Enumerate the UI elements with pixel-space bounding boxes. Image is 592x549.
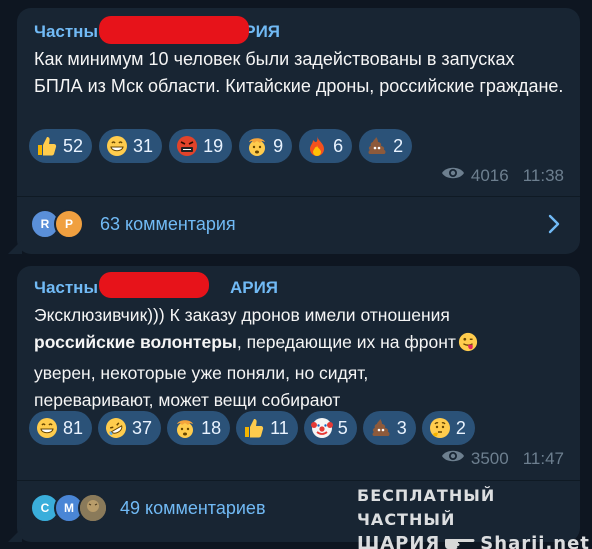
- text-span: , передающие их на фронт: [236, 332, 456, 352]
- grin-icon: [105, 134, 129, 158]
- commenter-avatars: C M: [30, 493, 108, 523]
- reaction-poop[interactable]: 3: [362, 411, 416, 445]
- eye-icon: [441, 448, 465, 469]
- channel-post: Частны АРИЯ Как минимум 10 человек были з…: [8, 8, 580, 254]
- reaction-exploding-head[interactable]: 9: [239, 129, 293, 163]
- thumbs-up-icon: [242, 416, 266, 440]
- reaction-grin[interactable]: 81: [29, 411, 93, 445]
- reaction-count: 37: [132, 417, 153, 438]
- reaction-grin[interactable]: 31: [99, 129, 163, 163]
- thinking-icon: [428, 416, 452, 440]
- message-text: Как минимум 10 человек были задействован…: [34, 49, 564, 96]
- message-text-line: переваривают, может вещи собирают: [34, 390, 341, 410]
- watermark-text: Sharij.net: [480, 533, 590, 549]
- watermark-text: ШАРИЯ: [357, 533, 441, 549]
- fire-icon: [305, 134, 329, 158]
- reaction-count: 6: [333, 135, 344, 156]
- reaction-poop[interactable]: 2: [359, 129, 413, 163]
- reaction-thinking[interactable]: 2: [421, 411, 475, 445]
- comments-label: 63 комментария: [100, 213, 236, 234]
- watermark: БЕСПЛАТНЫЙ ЧАСТНЫЙ ШАРИЯ Sharij.net: [357, 484, 592, 549]
- divider: [17, 196, 580, 197]
- commenter-avatars: R P: [30, 209, 84, 239]
- poop-icon: [369, 416, 393, 440]
- poop-icon: [365, 134, 389, 158]
- reactions-bar: 81 37 18 11 5 3 2: [29, 411, 570, 445]
- reaction-count: 19: [203, 135, 224, 156]
- sender-name-prefix: Частны: [34, 22, 98, 41]
- reaction-thumbs-up[interactable]: 11: [236, 411, 298, 445]
- reaction-count: 2: [393, 135, 404, 156]
- exploding-head-icon: [245, 134, 269, 158]
- message-text-line: российские волонтеры, передающие их на ф…: [34, 329, 566, 360]
- reaction-rofl[interactable]: 37: [98, 411, 162, 445]
- exploding-head-icon: [173, 416, 197, 440]
- reaction-exploding-head[interactable]: 18: [167, 411, 231, 445]
- reaction-thumbs-up[interactable]: 52: [29, 129, 93, 163]
- eye-icon: [441, 165, 465, 186]
- message-time: 11:38: [522, 165, 564, 185]
- cursing-face-icon: [175, 134, 199, 158]
- reaction-fire[interactable]: 6: [299, 129, 353, 163]
- bold-text: российские волонтеры: [34, 332, 237, 352]
- reaction-count: 5: [337, 417, 348, 438]
- redaction-mark: [99, 16, 249, 44]
- message-text-line: Эксклюзивчик))) К заказу дронов имели от…: [34, 305, 450, 325]
- clown-icon: [310, 416, 334, 440]
- avatar: P: [54, 209, 84, 239]
- reaction-count: 3: [396, 417, 407, 438]
- rofl-icon: [104, 416, 128, 440]
- sender-name-suffix: АРИЯ: [229, 278, 279, 297]
- reaction-count: 18: [201, 417, 222, 438]
- reaction-cursing-face[interactable]: 19: [169, 129, 233, 163]
- watermark-line: ШАРИЯ Sharij.net: [357, 532, 592, 549]
- reaction-count: 52: [63, 135, 84, 156]
- view-count: 4016: [470, 165, 509, 185]
- message-meta: 4016 11:38: [441, 165, 564, 186]
- divider: [17, 480, 580, 481]
- comments-label: 49 комментариев: [120, 497, 266, 518]
- reaction-count: 11: [270, 417, 289, 438]
- reactions-bar: 52 31 19 9 6 2: [29, 129, 570, 163]
- message-text: Эксклюзивчик))) К заказу дронов имели от…: [34, 302, 566, 414]
- reaction-count: 31: [133, 135, 154, 156]
- grin-icon: [35, 416, 59, 440]
- pointing-hand-icon: [444, 532, 476, 549]
- avatar-photo: [78, 493, 108, 523]
- message-time: 11:47: [522, 448, 564, 468]
- message-text-line: уверен, некоторые уже поняли, но сидят,: [34, 363, 369, 383]
- view-count: 3500: [470, 448, 509, 468]
- message-meta: 3500 11:47: [441, 448, 564, 469]
- face-with-tongue-icon: [458, 332, 478, 360]
- redaction-mark: [99, 272, 209, 298]
- reaction-clown[interactable]: 5: [303, 411, 357, 445]
- reaction-count: 9: [273, 135, 284, 156]
- chevron-right-icon: [548, 214, 560, 239]
- comments-button[interactable]: R P 63 комментария: [17, 198, 580, 250]
- thumbs-up-icon: [35, 134, 59, 158]
- reaction-count: 81: [63, 417, 84, 438]
- watermark-line: БЕСПЛАТНЫЙ ЧАСТНЫЙ: [357, 486, 496, 529]
- reaction-count: 2: [455, 417, 466, 438]
- sender-name-prefix: Частны: [34, 278, 98, 297]
